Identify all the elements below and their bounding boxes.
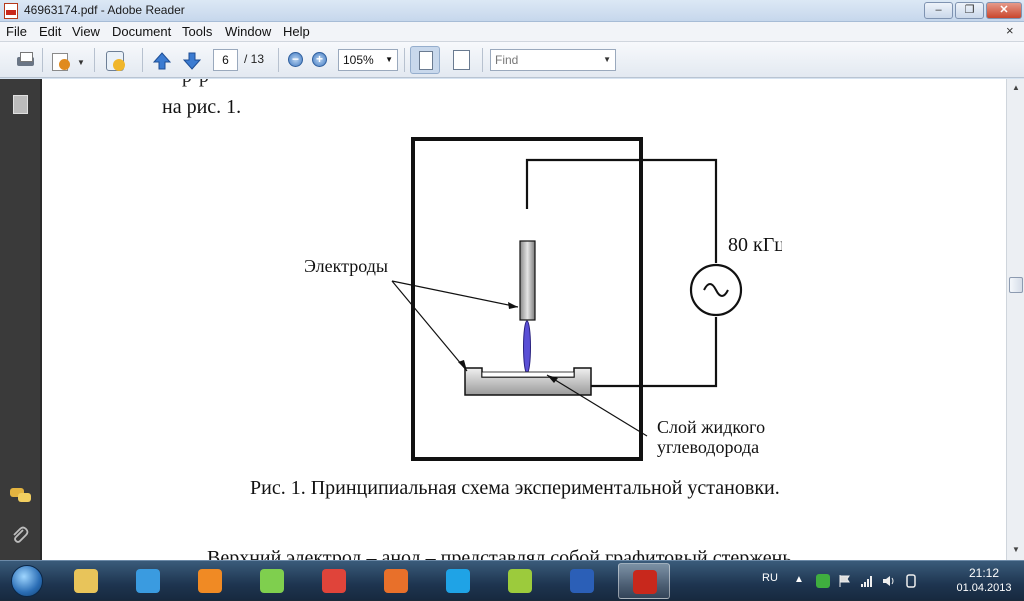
share-file-icon[interactable] — [50, 50, 72, 71]
menu-file[interactable]: File — [6, 24, 27, 39]
wire-bottom — [590, 317, 718, 388]
word-icon — [570, 569, 594, 593]
previous-page-icon[interactable] — [152, 51, 172, 71]
toolbar-separator — [404, 48, 405, 72]
title-bar: 46963174.pdf - Adobe Reader – ❐ ✕ — [0, 0, 1024, 22]
taskbar-internet-explorer-button[interactable] — [122, 563, 174, 599]
zoom-level-value: 105% — [343, 53, 374, 67]
fit-width-icon[interactable] — [410, 46, 440, 74]
label-layer-line2: углеводорода — [657, 437, 759, 457]
device-icon[interactable] — [904, 574, 918, 588]
toolbar-separator — [482, 48, 483, 72]
pdf-document-icon — [4, 3, 18, 19]
upper-electrode — [519, 240, 536, 321]
menu-help[interactable]: Help — [283, 24, 310, 39]
taskbar-media-player-button[interactable] — [184, 563, 236, 599]
print-icon[interactable] — [14, 50, 36, 70]
taskbar-chrome-button[interactable] — [308, 563, 360, 599]
clock-date[interactable]: 01.04.2013 — [949, 582, 1019, 594]
vertical-scrollbar[interactable]: ▲ ▼ — [1006, 79, 1024, 560]
scroll-thumb[interactable] — [1009, 277, 1023, 293]
taskbar-firefox-button[interactable] — [370, 563, 422, 599]
app-green-orange-icon — [508, 569, 532, 593]
figure-caption: Рис. 1. Принципиальная схема эксперимент… — [250, 477, 780, 499]
media-player-icon — [198, 569, 222, 593]
fit-page-icon[interactable] — [450, 48, 472, 70]
page-total-label: / 13 — [244, 52, 265, 66]
windows-logo-icon — [11, 565, 43, 597]
find-input[interactable]: Find ▼ — [490, 49, 616, 71]
close-button[interactable]: ✕ — [986, 2, 1022, 19]
toolbar-separator — [42, 48, 43, 72]
security-shield-icon[interactable] — [816, 574, 830, 588]
taskbar: RU ▲ 21:12 01.04.2013 — [0, 560, 1024, 600]
internet-explorer-icon — [136, 569, 160, 593]
taskbar-explorer-button[interactable] — [60, 563, 112, 599]
chevron-down-icon[interactable]: ▼ — [385, 50, 393, 70]
document-text-line: на рис. 1. — [162, 96, 242, 118]
firefox-icon — [384, 569, 408, 593]
attachment-icon[interactable] — [10, 525, 30, 545]
menu-window[interactable]: Window — [225, 24, 271, 39]
menu-view[interactable]: View — [72, 24, 100, 39]
zoom-in-button[interactable]: + — [312, 52, 327, 67]
wire-top — [525, 158, 718, 263]
label-electrodes: Электроды — [304, 256, 388, 276]
taskbar-adobe-reader-button[interactable] — [618, 563, 670, 599]
close-document-icon[interactable]: × — [1006, 23, 1014, 38]
menu-bar: File Edit View Document Tools Window Hel… — [0, 22, 1024, 42]
clock-time[interactable]: 21:12 — [954, 566, 1014, 580]
scroll-up-icon[interactable]: ▲ — [1009, 81, 1023, 95]
language-indicator[interactable]: RU — [762, 572, 778, 584]
system-tray: RU ▲ 21:12 01.04.2013 — [754, 561, 1024, 601]
hydrocarbon-layer — [481, 371, 575, 378]
experimental-setup-figure: Электроды 80 кГц Слой жидкого углеводоро… — [304, 137, 782, 461]
menu-tools[interactable]: Tools — [182, 24, 212, 39]
utility-icon — [260, 569, 284, 593]
zoom-level-select[interactable]: 105% ▼ — [338, 49, 398, 71]
taskbar-app-green-orange-button[interactable] — [494, 563, 546, 599]
label-frequency: 80 кГц — [728, 234, 782, 256]
show-hidden-icons-icon[interactable]: ▲ — [794, 574, 808, 588]
taskbar-word-button[interactable] — [556, 563, 608, 599]
menu-edit[interactable]: Edit — [39, 24, 61, 39]
explorer-icon — [74, 569, 98, 593]
next-page-icon[interactable] — [182, 51, 202, 71]
page-number-input[interactable]: 6 — [213, 49, 238, 71]
chevron-down-icon[interactable]: ▼ — [77, 58, 85, 67]
adobe-reader-window: 46963174.pdf - Adobe Reader – ❐ ✕ File E… — [0, 0, 1024, 560]
document-text-fragment: р р — [182, 79, 210, 88]
pages-icon[interactable] — [10, 95, 30, 115]
chrome-icon — [322, 569, 346, 593]
document-view[interactable]: р р на рис. 1. Электроды — [40, 79, 1006, 560]
taskbar-utility-button[interactable] — [246, 563, 298, 599]
toolbar-separator — [94, 48, 95, 72]
chevron-down-icon[interactable]: ▼ — [603, 50, 611, 70]
toolbar-separator — [142, 48, 143, 72]
comments-icon[interactable] — [10, 484, 31, 504]
taskbar-skype-button[interactable] — [432, 563, 484, 599]
label-layer-line1: Слой жидкого — [657, 417, 765, 437]
document-text-line: Верхний электрод – анод – представлял со… — [207, 547, 792, 560]
scroll-down-icon[interactable]: ▼ — [1009, 543, 1023, 557]
review-comment-icon[interactable] — [104, 50, 126, 71]
discharge-plasma — [523, 320, 531, 374]
adobe-reader-icon — [633, 570, 657, 594]
skype-icon — [446, 569, 470, 593]
maximize-button[interactable]: ❐ — [955, 2, 984, 19]
start-button[interactable] — [2, 562, 54, 600]
volume-icon[interactable] — [882, 574, 896, 588]
action-center-flag-icon[interactable] — [838, 574, 852, 588]
find-placeholder: Find — [495, 53, 519, 67]
menu-document[interactable]: Document — [112, 24, 171, 39]
minimize-button[interactable]: – — [924, 2, 953, 19]
window-title: 46963174.pdf - Adobe Reader — [24, 3, 185, 17]
navigation-panel — [0, 79, 40, 560]
network-signal-icon[interactable] — [860, 574, 874, 588]
zoom-out-button[interactable]: − — [288, 52, 303, 67]
toolbar-separator — [278, 48, 279, 72]
